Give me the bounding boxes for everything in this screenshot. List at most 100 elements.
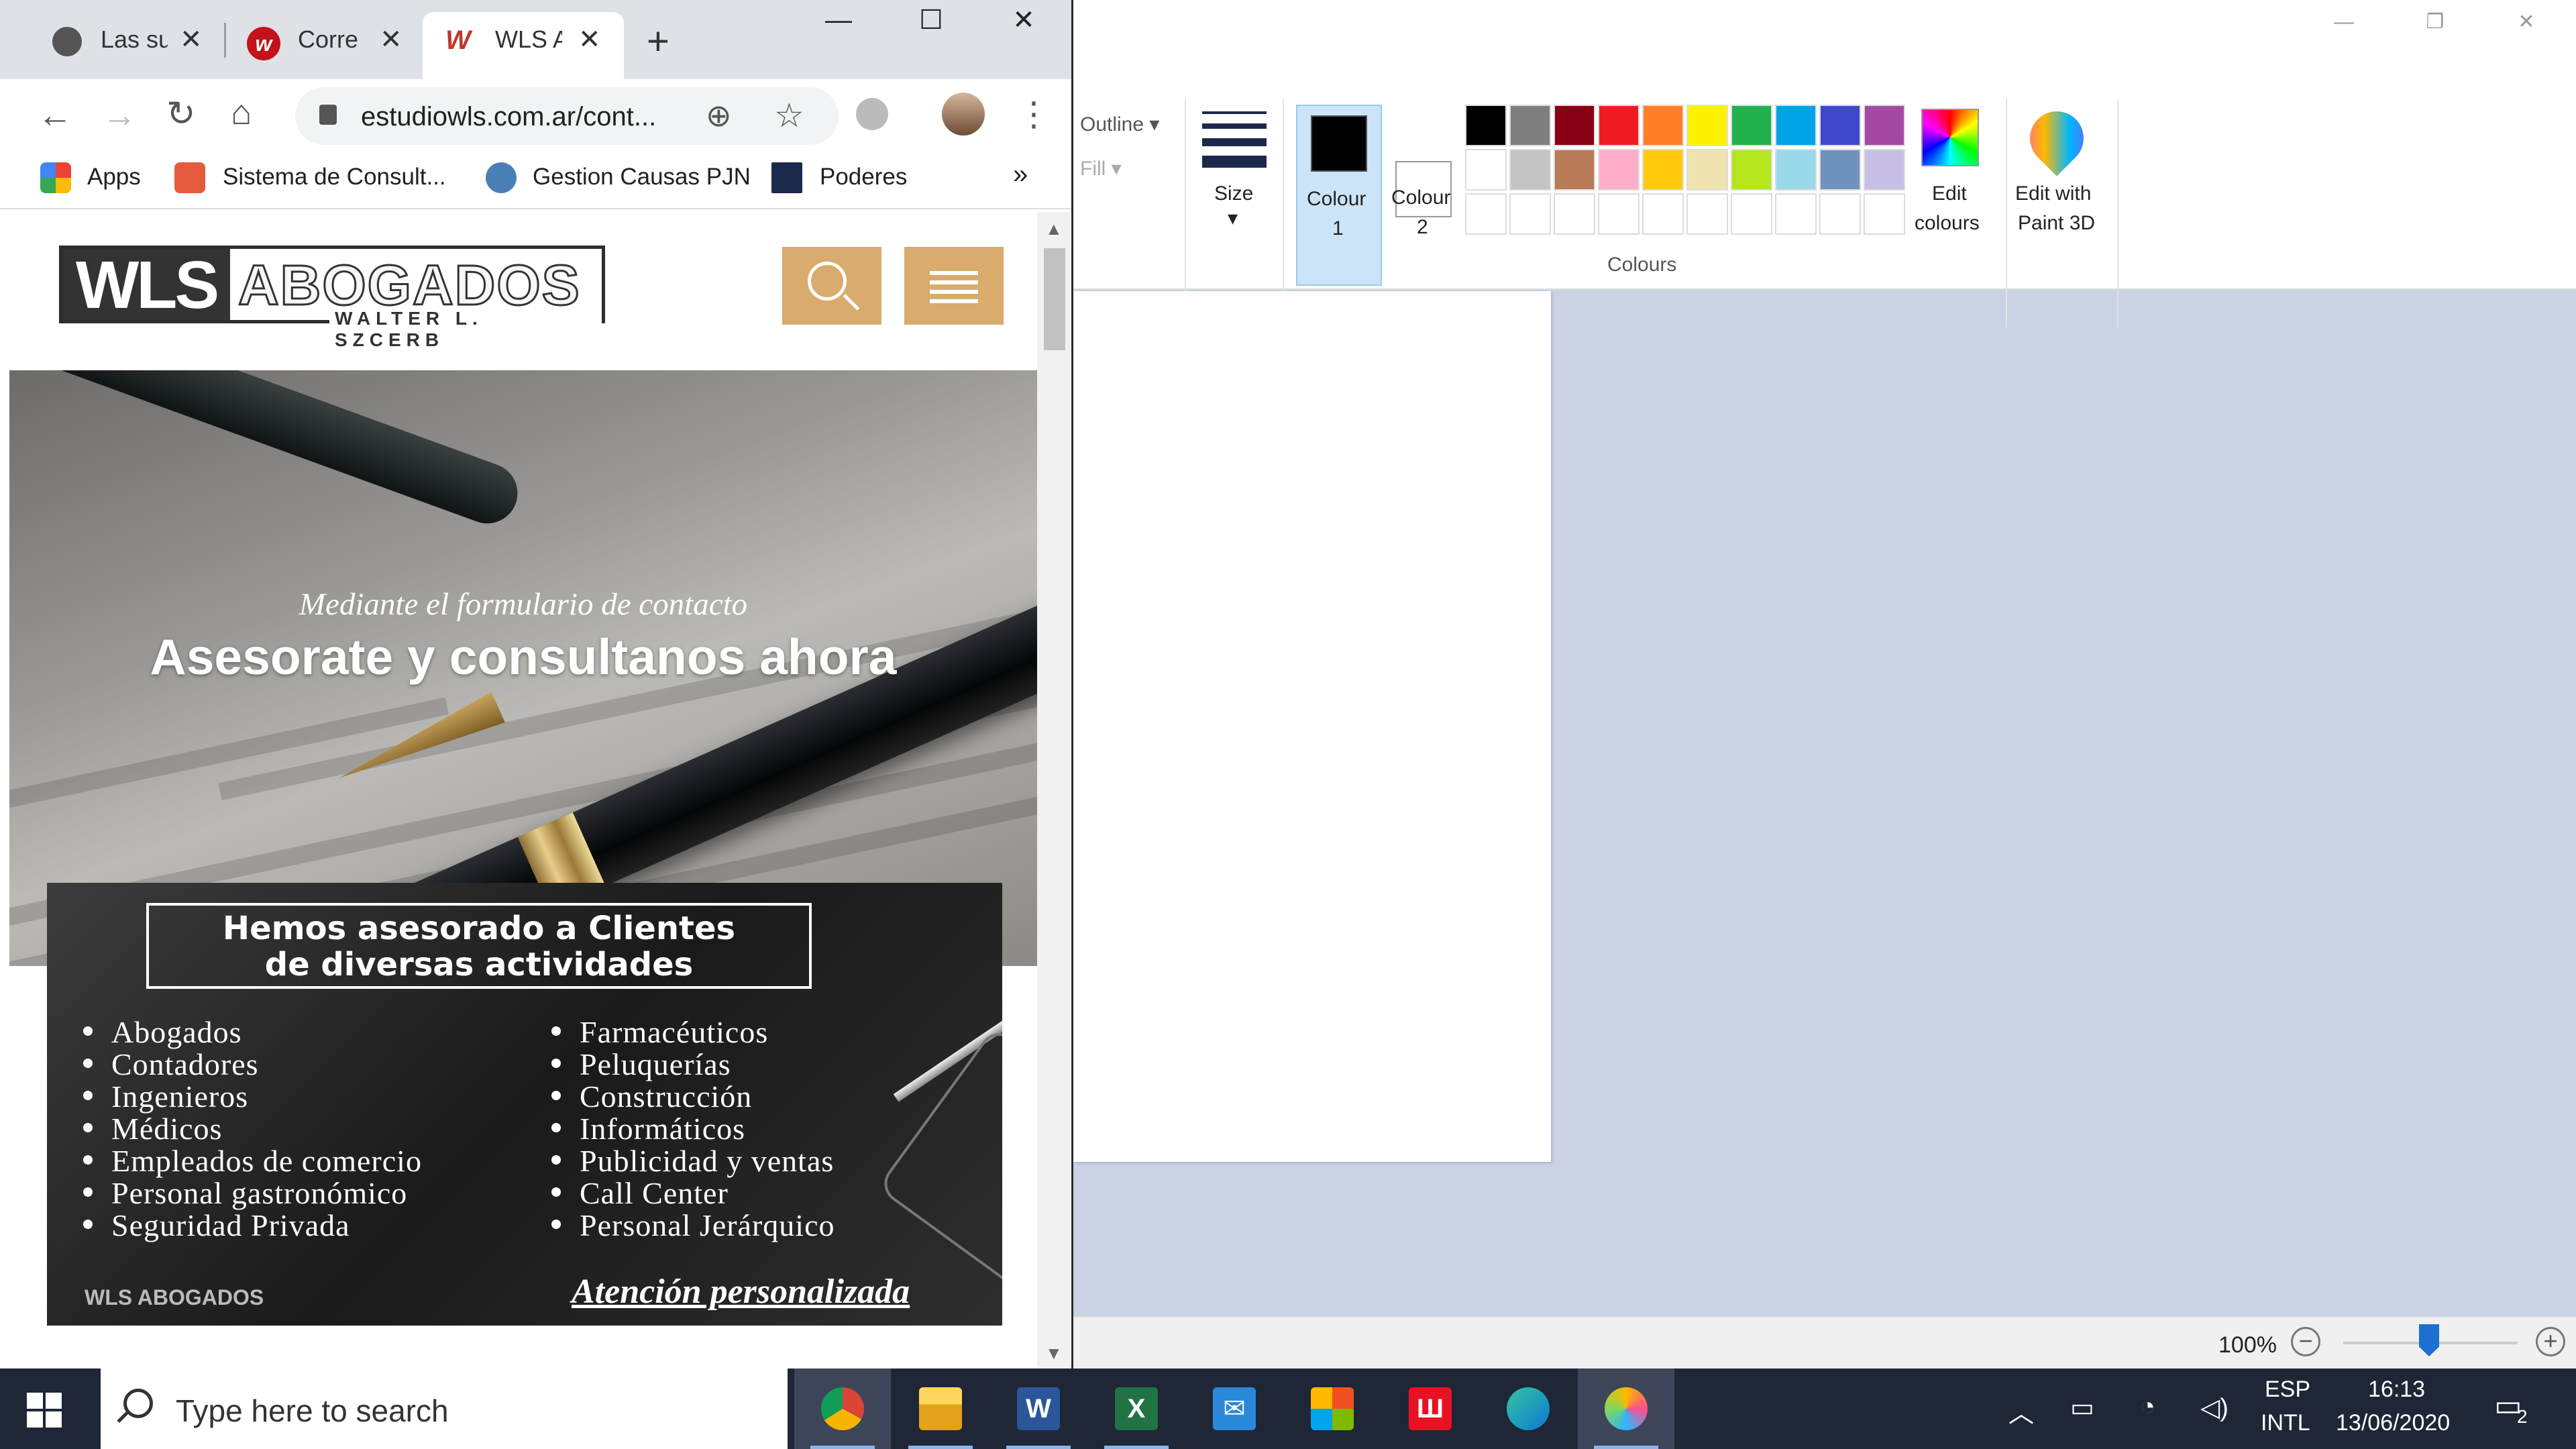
client-type-item: Empleados de comercio — [111, 1144, 422, 1178]
colour1-button[interactable]: Colour 1 — [1296, 105, 1382, 286]
battery-icon[interactable]: ▭ — [2070, 1393, 2094, 1423]
bookmark-star-icon[interactable]: ☆ — [774, 98, 804, 133]
close-button[interactable]: ✕ — [983, 0, 1064, 40]
paint-close-button[interactable]: ✕ — [2493, 5, 2560, 39]
custom-colour-slot[interactable] — [1554, 193, 1595, 235]
keyboard-layout[interactable]: INTL — [2261, 1410, 2310, 1436]
address-bar[interactable]: estudiowls.com.ar/cont... ⊕ ☆ — [295, 87, 839, 145]
taskbar-edge[interactable] — [1480, 1368, 1576, 1449]
maximize-button[interactable]: ☐ — [891, 0, 971, 40]
taskbar-chrome[interactable] — [794, 1368, 891, 1449]
palette-swatch[interactable] — [1509, 105, 1551, 146]
reload-icon[interactable]: ↻ — [166, 97, 196, 131]
zoom-out-button[interactable]: − — [2291, 1327, 2320, 1356]
palette-swatch[interactable] — [1864, 149, 1905, 191]
fill-dropdown[interactable]: Fill ▾ — [1080, 157, 1122, 180]
more-bookmarks-button[interactable]: » — [1013, 160, 1028, 190]
custom-colour-slot[interactable] — [1731, 193, 1772, 235]
language-code[interactable]: ESP — [2265, 1377, 2310, 1403]
tab-1-close-icon[interactable]: ✕ — [180, 24, 203, 55]
palette-swatch[interactable] — [1465, 149, 1507, 191]
scroll-thumb[interactable] — [1044, 248, 1065, 350]
palette-swatch[interactable] — [1686, 149, 1728, 191]
palette-swatch[interactable] — [1642, 105, 1684, 146]
volume-icon[interactable]: ◁) — [2200, 1393, 2229, 1423]
client-type-item: Personal gastronómico — [111, 1176, 408, 1210]
custom-colour-slot[interactable] — [1686, 193, 1728, 235]
paint-restore-button[interactable]: ❐ — [2402, 5, 2469, 39]
site-search-button[interactable] — [782, 247, 881, 325]
site-logo[interactable]: WLS ABOGADOS WALTER L. SZCERB — [59, 246, 605, 351]
extension-icon[interactable] — [856, 98, 888, 130]
scroll-up-icon[interactable]: ▲ — [1045, 219, 1063, 239]
clock-time[interactable]: 16:13 — [2368, 1377, 2425, 1403]
taskbar-office[interactable]: Ш — [1382, 1368, 1479, 1449]
taskbar-excel[interactable]: X — [1088, 1368, 1185, 1449]
zoom-icon[interactable]: ⊕ — [706, 98, 732, 133]
minimize-button[interactable]: — — [798, 0, 879, 40]
palette-swatch[interactable] — [1731, 105, 1772, 146]
palette-swatch[interactable] — [1554, 149, 1595, 191]
palette-swatch[interactable] — [1775, 105, 1817, 146]
menu-dots-icon[interactable]: ⋮ — [1017, 97, 1051, 131]
palette-swatch[interactable] — [1554, 105, 1595, 146]
taskbar-paint[interactable] — [1578, 1368, 1674, 1449]
site-header: WLS ABOGADOS WALTER L. SZCERB — [9, 212, 1037, 370]
new-tab-button[interactable]: + — [647, 19, 669, 64]
palette-swatch[interactable] — [1864, 105, 1905, 146]
taskbar-mail[interactable]: ✉ — [1186, 1368, 1283, 1449]
tab-3-active[interactable]: W WLS A ✕ — [423, 12, 624, 79]
mail-favicon-icon: w — [247, 27, 280, 60]
start-button[interactable] — [27, 1393, 62, 1428]
colour2-button[interactable]: Colour 2 — [1381, 105, 1466, 286]
taskbar-word[interactable]: W — [990, 1368, 1087, 1449]
paint3d-label: Edit with — [2015, 182, 2092, 205]
tab-1[interactable]: Las su ✕ — [16, 12, 224, 79]
tab-2-close-icon[interactable]: ✕ — [380, 24, 402, 55]
tab-3-close-icon[interactable]: ✕ — [578, 24, 601, 55]
clock-date[interactable]: 13/06/2020 — [2336, 1410, 2450, 1436]
profile-avatar[interactable] — [942, 93, 985, 136]
taskbar-file-explorer[interactable] — [892, 1368, 989, 1449]
forward-icon[interactable]: → — [102, 98, 137, 133]
palette-swatch[interactable] — [1819, 149, 1861, 191]
palette-swatch[interactable] — [1598, 105, 1640, 146]
taskbar-store[interactable] — [1284, 1368, 1381, 1449]
scroll-down-icon[interactable]: ▼ — [1045, 1343, 1063, 1364]
palette-swatch[interactable] — [1465, 105, 1507, 146]
custom-colour-slot[interactable] — [1509, 193, 1551, 235]
bullet-icon — [551, 1220, 561, 1229]
notification-count: 2 — [2517, 1406, 2528, 1427]
custom-colour-slot[interactable] — [1775, 193, 1817, 235]
palette-swatch[interactable] — [1686, 105, 1728, 146]
zoom-in-button[interactable]: + — [2536, 1327, 2565, 1356]
site-menu-button[interactable] — [904, 247, 1004, 325]
page-scrollbar[interactable]: ▲ ▼ — [1037, 212, 1071, 1368]
bullet-icon — [551, 1059, 561, 1068]
custom-colour-slot[interactable] — [1465, 193, 1507, 235]
excel-icon: X — [1115, 1387, 1158, 1430]
mail-icon: ✉ — [1213, 1387, 1256, 1430]
wifi-icon[interactable]: ◔ — [2140, 1393, 2155, 1421]
palette-swatch[interactable] — [1598, 149, 1640, 191]
palette-swatch[interactable] — [1819, 105, 1861, 146]
url-text[interactable]: estudiowls.com.ar/cont... — [361, 102, 656, 132]
tab-2[interactable]: w Corre ✕ — [228, 12, 423, 79]
palette-swatch[interactable] — [1642, 149, 1684, 191]
palette-swatch[interactable] — [1509, 149, 1551, 191]
palette-swatch[interactable] — [1731, 149, 1772, 191]
outline-dropdown[interactable]: Outline ▾ — [1080, 113, 1159, 136]
show-hidden-icons[interactable]: ︿ — [2008, 1393, 2034, 1430]
zoom-slider-thumb[interactable] — [2419, 1324, 2439, 1356]
custom-colour-slot[interactable] — [1864, 193, 1905, 235]
paint-minimize-button[interactable]: — — [2310, 5, 2377, 39]
custom-colour-slot[interactable] — [1642, 193, 1684, 235]
home-icon[interactable]: ⌂ — [231, 95, 252, 130]
back-icon[interactable]: ← — [38, 98, 72, 133]
palette-swatch[interactable] — [1775, 149, 1817, 191]
windows-taskbar: Type here to search W X ✉ Ш ︿ ▭ ◔ ◁) ESP… — [0, 1368, 2576, 1449]
taskbar-search-box[interactable]: Type here to search — [101, 1368, 788, 1449]
paint-canvas[interactable] — [1073, 291, 1551, 1162]
custom-colour-slot[interactable] — [1819, 193, 1861, 235]
custom-colour-slot[interactable] — [1598, 193, 1640, 235]
